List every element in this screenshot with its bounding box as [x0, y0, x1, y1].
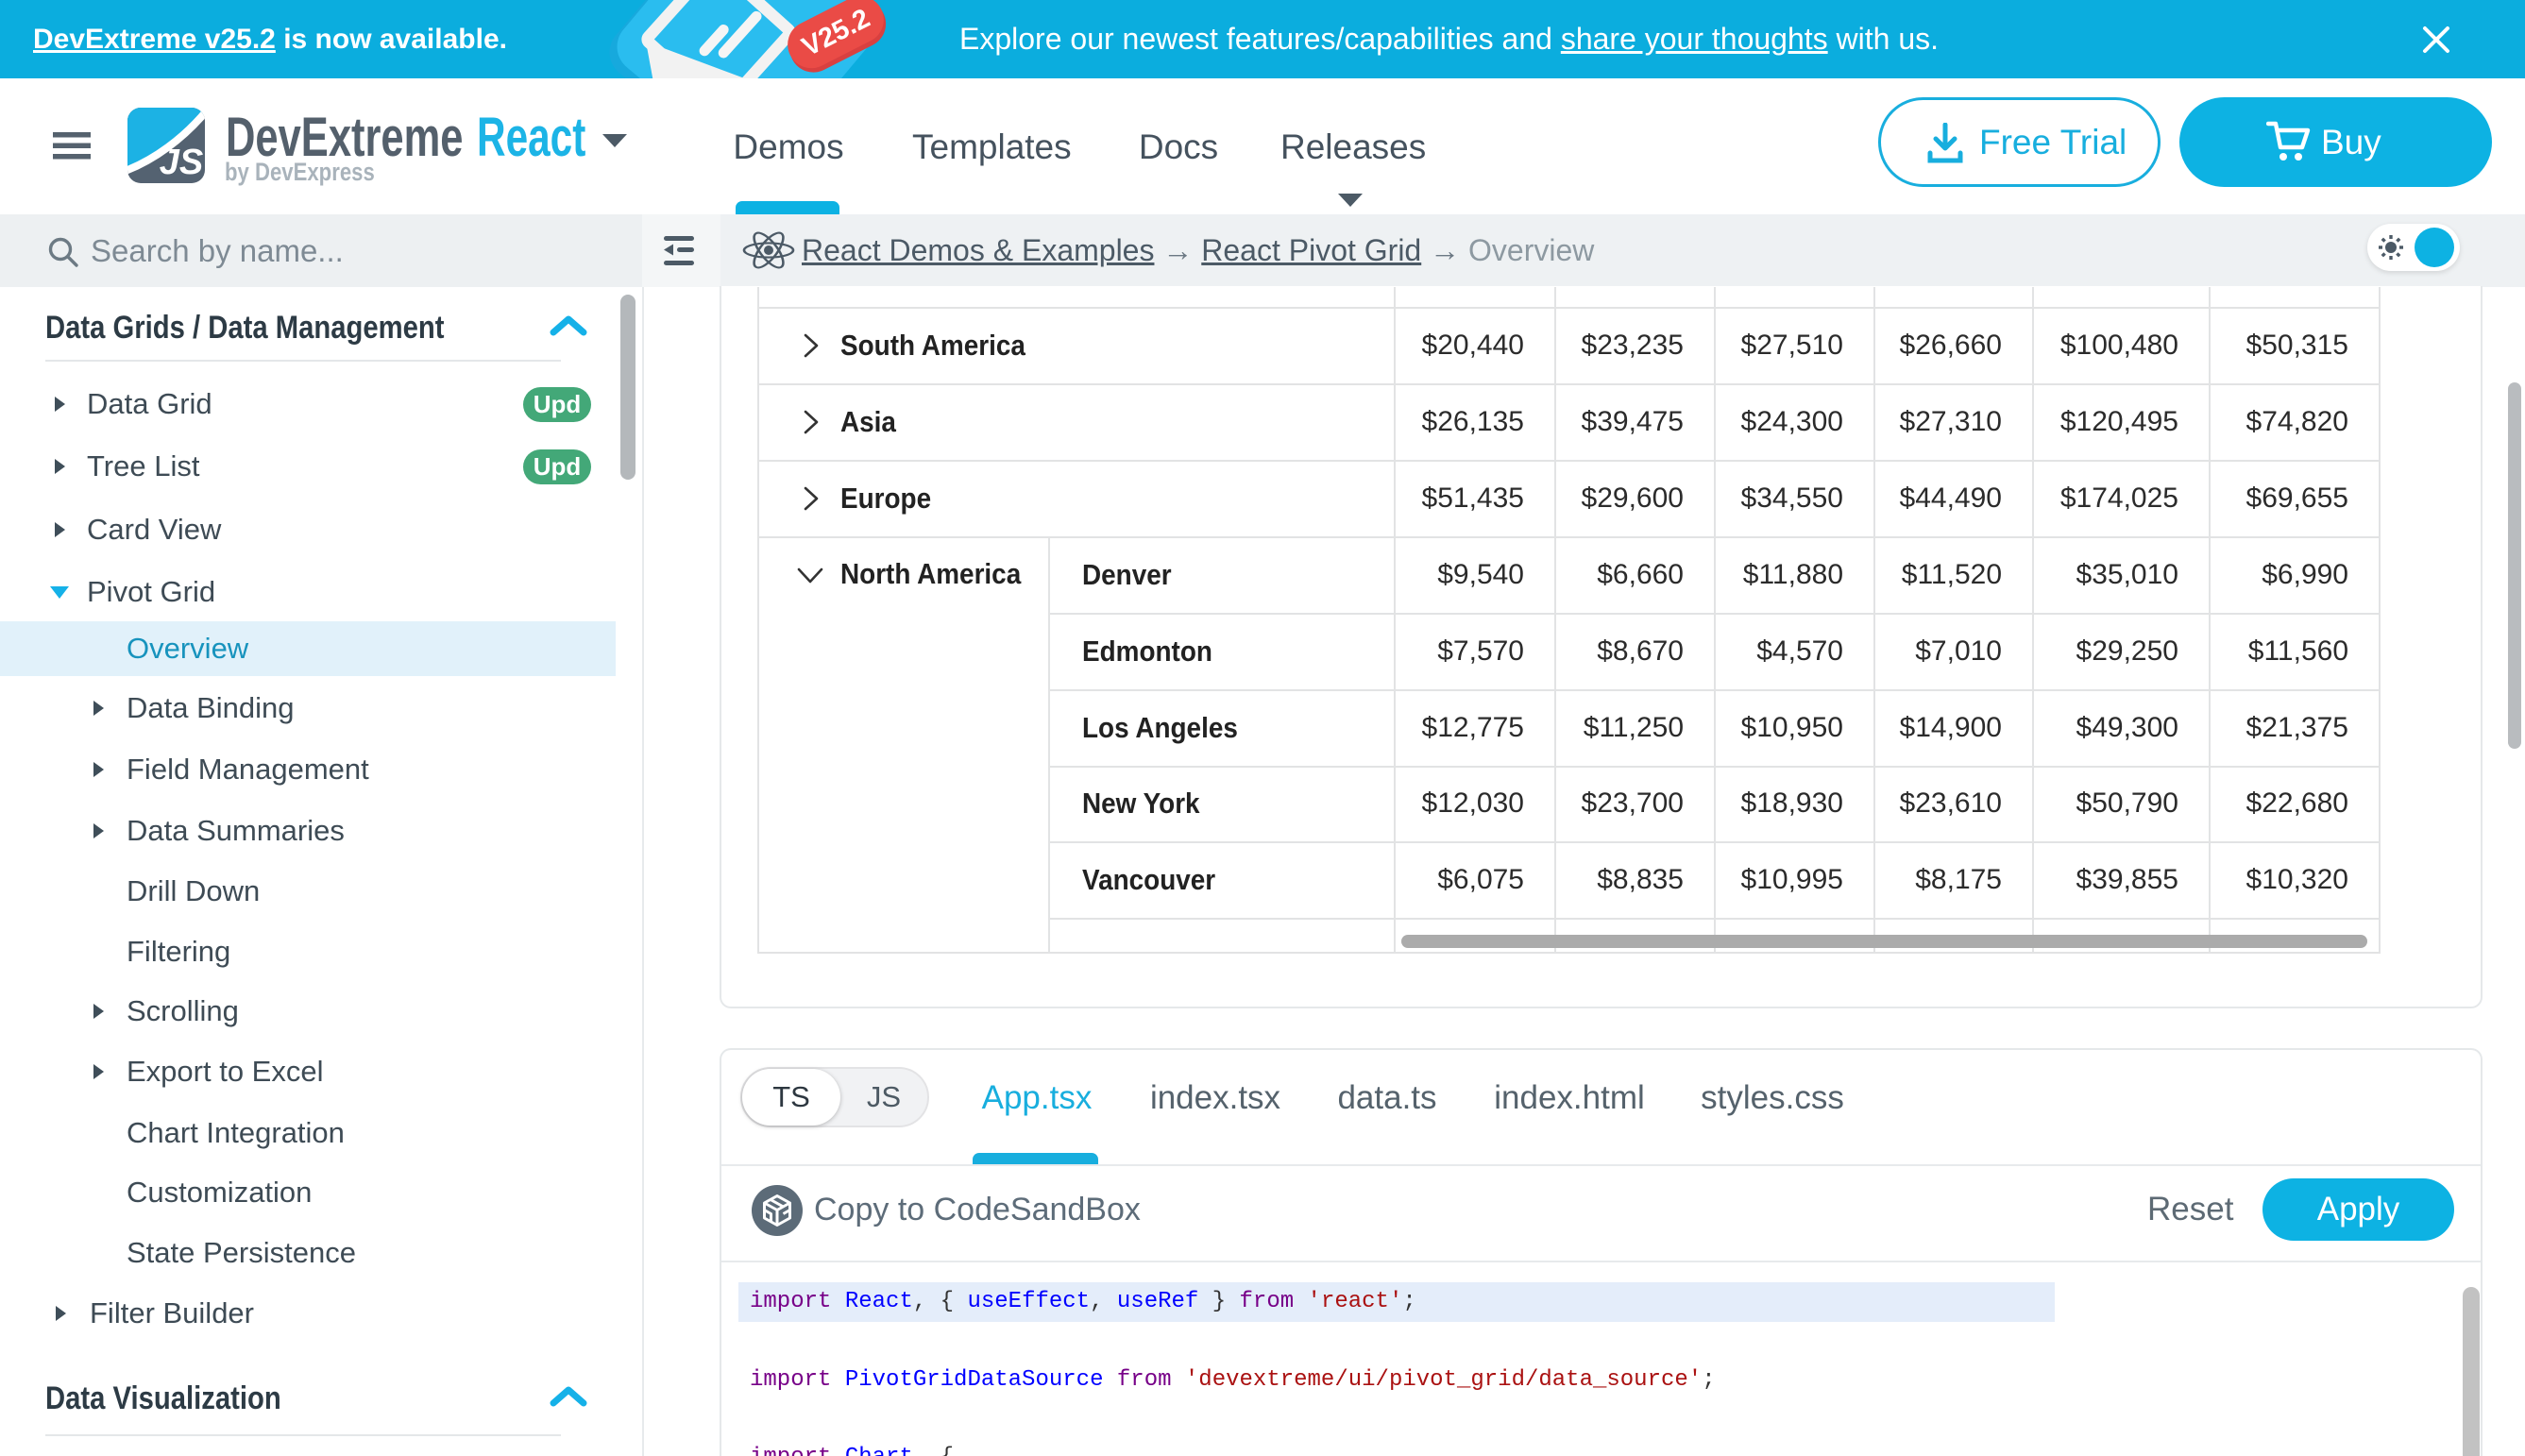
svg-text:JS: JS	[160, 143, 203, 182]
